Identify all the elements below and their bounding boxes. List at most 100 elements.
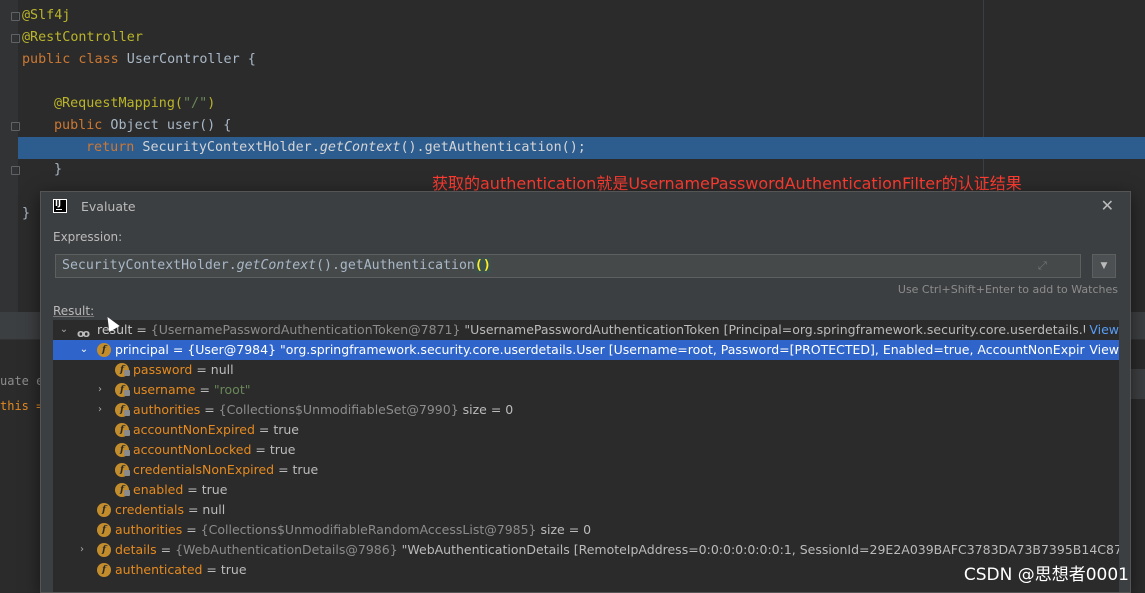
var-name: authorities [133, 402, 201, 417]
var-name: credentials [115, 502, 184, 517]
var-name: principal [115, 342, 169, 357]
tree-row-enabled[interactable]: f enabled = true [53, 480, 1119, 500]
code-line-5[interactable]: @RequestMapping("/") [54, 93, 215, 115]
tree-row-credentialsNonExpired[interactable]: f credentialsNonExpired = true [53, 460, 1119, 480]
var-name: credentialsNonExpired [133, 462, 275, 477]
editor-gutter[interactable] [0, 0, 20, 312]
view-link[interactable]: View [1085, 320, 1119, 340]
method-call-italic: getContext [319, 140, 401, 155]
var-name: authenticated [115, 562, 203, 577]
code-line-6[interactable]: public Object user() { [54, 115, 231, 137]
field-icon: f [97, 543, 111, 557]
intellij-logo-icon: IJ [53, 199, 67, 213]
expand-arrow-icon[interactable]: › [95, 380, 105, 400]
var-value: size = 0 [458, 402, 514, 417]
equals-sign: = [195, 382, 214, 397]
annotation-end: ) [207, 96, 216, 111]
fold-marker-icon[interactable] [11, 12, 20, 21]
var-value: true [220, 562, 247, 577]
method-name: user [166, 118, 200, 133]
expr-part-2: ().getAuthentication [316, 258, 475, 273]
var-name: authorities [115, 522, 183, 537]
debugger-side-tab[interactable] [1131, 369, 1145, 399]
code-line-8[interactable]: } [54, 159, 62, 181]
fold-marker-icon[interactable] [11, 166, 20, 175]
code-line-2[interactable]: @RestController [22, 27, 143, 49]
var-value: size = 0 [536, 522, 592, 537]
equals-sign: = [132, 322, 151, 337]
equals-sign: = [184, 502, 203, 517]
fold-marker-icon[interactable] [11, 122, 20, 131]
equals-sign: = [168, 342, 188, 357]
collapse-arrow-icon[interactable]: ⌄ [79, 340, 89, 360]
equals-sign: = [251, 442, 270, 457]
tree-row-details[interactable]: › f details = {WebAuthenticationDetails@… [53, 540, 1119, 560]
var-value: "UsernamePasswordAuthenticationToken [Pr… [460, 322, 1119, 337]
fold-marker-icon[interactable] [11, 34, 20, 43]
equals-sign: = [156, 542, 176, 557]
tree-row-password[interactable]: f password = null [53, 360, 1119, 380]
method-params: () { [199, 118, 232, 133]
dialog-title: Evaluate [81, 199, 136, 214]
tree-row-username[interactable]: › f username = "root" [53, 380, 1119, 400]
private-field-icon: f [115, 483, 130, 497]
close-icon[interactable]: ✕ [1101, 196, 1114, 215]
equals-sign: = [254, 422, 274, 437]
private-field-icon: f [115, 363, 130, 377]
code-line-10[interactable]: } [22, 203, 30, 225]
code-line-1[interactable]: @Slf4j [22, 5, 70, 27]
tree-row-principal[interactable]: ⌄ f principal = {User@7984} "org.springf… [53, 340, 1119, 360]
var-name: details [115, 542, 157, 557]
var-value: null [202, 502, 226, 517]
collapse-arrow-icon[interactable]: ⌄ [59, 320, 69, 340]
result-label: Result: [53, 304, 95, 318]
tree-row-authenticated[interactable]: f authenticated = true [53, 560, 1119, 580]
private-field-icon: f [115, 403, 130, 417]
equals-sign: = [182, 522, 201, 537]
field-icon: f [97, 563, 111, 577]
expand-arrow-icon[interactable]: › [95, 400, 105, 420]
field-icon: f [97, 503, 111, 517]
evaluate-dialog[interactable]: IJ Evaluate ✕ Expression: SecurityContex… [40, 191, 1131, 593]
var-name: username [133, 382, 196, 397]
expand-editor-icon[interactable]: ⤢ [1038, 259, 1052, 273]
equals-sign: = [200, 402, 219, 417]
equals-sign: = [183, 482, 202, 497]
expr-italic-part: getContext [236, 258, 317, 273]
var-value: "WebAuthenticationDetails [RemoteIpAddre… [397, 542, 1119, 557]
keyword: public [54, 118, 103, 133]
code-expression: SecurityContextHolder. [134, 140, 320, 155]
result-tree[interactable]: ⌄ oo result = {UsernamePasswordAuthentic… [53, 320, 1119, 592]
expression-input[interactable]: SecurityContextHolder.getContext().getAu… [55, 254, 1081, 278]
code-expression-end: ().getAuthentication(); [400, 140, 586, 155]
var-name: password [133, 362, 193, 377]
class-name: UserController { [118, 52, 256, 67]
tree-row-credentials[interactable]: f credentials = null [53, 500, 1119, 520]
dialog-titlebar[interactable]: IJ Evaluate ✕ [41, 192, 1130, 220]
var-name: accountNonLocked [133, 442, 252, 457]
keyword: return [86, 140, 135, 155]
tree-row-authorities[interactable]: › f authorities = {Collections$Unmodifia… [53, 400, 1119, 420]
string-value: "root" [213, 382, 251, 397]
annotation: @RequestMapping( [54, 96, 183, 111]
evaluate-label-fragment: uate e [0, 374, 44, 388]
code-line-3[interactable]: public class UserController { [22, 49, 256, 71]
watches-hint: Use Ctrl+Shift+Enter to add to Watches [897, 283, 1118, 296]
var-value: true [201, 482, 228, 497]
var-value: null [210, 362, 234, 377]
tree-row-accountNonExpired[interactable]: f accountNonExpired = true [53, 420, 1119, 440]
expand-arrow-icon[interactable]: › [77, 540, 87, 560]
tree-row-authorities-2[interactable]: f authorities = {Collections$Unmodifiabl… [53, 520, 1119, 540]
view-link[interactable]: View [1085, 340, 1119, 360]
tree-row-accountNonLocked[interactable]: f accountNonLocked = true [53, 440, 1119, 460]
private-field-icon: f [115, 443, 130, 457]
csdn-watermark: CSDN @思想者0001 [963, 565, 1129, 585]
field-icon: f [97, 343, 111, 357]
code-line-7-highlighted[interactable]: return SecurityContextHolder.getContext(… [86, 137, 586, 159]
var-name: accountNonExpired [133, 422, 255, 437]
equals-sign: = [192, 362, 211, 377]
history-dropdown-icon[interactable]: ▼ [1092, 254, 1116, 278]
expression-text[interactable]: SecurityContextHolder.getContext().getAu… [62, 255, 491, 277]
this-variable-fragment[interactable]: this = [0, 399, 43, 413]
tree-row-result[interactable]: ⌄ oo result = {UsernamePasswordAuthentic… [53, 320, 1119, 340]
